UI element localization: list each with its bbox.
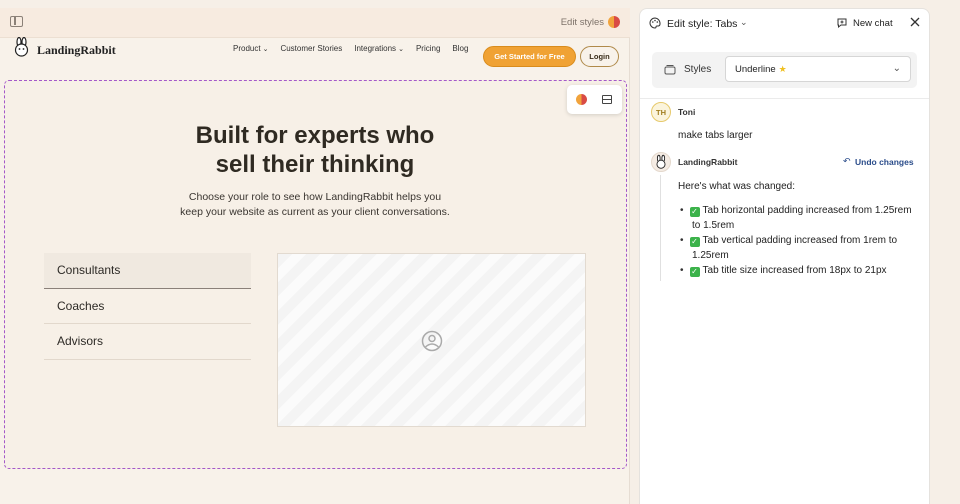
hero-title: Built for experts who sell their thinkin… — [195, 122, 435, 178]
tab-consultants[interactable]: Consultants — [44, 253, 251, 289]
chevron-down-icon[interactable]: ⌄ — [740, 17, 748, 28]
list-item: ✓Tab horizontal padding increased from 1… — [680, 203, 920, 233]
changes-list: ✓Tab horizontal padding increased from 1… — [680, 203, 920, 278]
tab-advisors[interactable]: Advisors — [44, 324, 251, 360]
close-icon[interactable] — [910, 17, 920, 27]
user-name: Toni — [678, 107, 696, 117]
assistant-name: LandingRabbit — [678, 157, 738, 167]
chat-panel: Edit style: Tabs ⌄ New chat Styles Under… — [639, 8, 930, 504]
chevron-down-icon: ⌄ — [398, 46, 404, 53]
nav-link-blog[interactable]: Blog — [452, 44, 468, 53]
section-toolbar — [567, 85, 622, 114]
image-placeholder[interactable] — [277, 253, 586, 427]
assistant-message-intro: Here's what was changed: — [678, 181, 795, 192]
check-icon: ✓ — [689, 237, 700, 247]
list-item: ✓Tab title size increased from 18px to 2… — [680, 263, 920, 278]
rabbit-logo-icon — [14, 37, 29, 57]
stack-icon — [664, 65, 676, 75]
login-button[interactable]: Login — [580, 46, 619, 67]
get-started-button[interactable]: Get Started for Free — [483, 46, 576, 67]
hero-subtitle: Choose your role to see how LandingRabbi… — [180, 191, 450, 218]
palette-icon[interactable] — [576, 94, 587, 105]
styles-select[interactable]: Underline ★ ⌄ — [725, 56, 911, 82]
chat-title[interactable]: Edit style: Tabs — [667, 18, 737, 30]
chat-header: Edit style: Tabs ⌄ New chat — [640, 9, 929, 39]
image-icon — [421, 330, 443, 352]
edit-styles-button[interactable]: Edit styles — [561, 17, 604, 28]
check-icon: ✓ — [689, 207, 700, 217]
nav-links: Product ⌄ Customer Stories Integrations ⌄ … — [233, 44, 468, 53]
rabbit-avatar-icon — [651, 152, 671, 172]
thread-line — [660, 175, 661, 281]
new-chat-button[interactable]: New chat — [853, 18, 893, 29]
nav-link-pricing[interactable]: Pricing — [416, 44, 440, 53]
styles-label: Styles — [684, 64, 712, 75]
divider — [640, 98, 929, 99]
undo-changes-button[interactable]: Undo changes — [855, 157, 914, 167]
list-item: ✓Tab vertical padding increased from 1re… — [680, 233, 920, 263]
palette-icon — [649, 17, 661, 29]
sidebar-toggle-icon[interactable] — [10, 16, 23, 27]
palette-icon[interactable] — [608, 16, 620, 28]
nav-link-integrations[interactable]: Integrations ⌄ — [354, 44, 404, 53]
user-message: make tabs larger — [678, 130, 753, 141]
star-icon: ★ — [778, 64, 787, 74]
nav-link-product[interactable]: Product ⌄ — [233, 44, 268, 53]
nav-link-customer-stories[interactable]: Customer Stories — [280, 44, 342, 53]
layout-icon[interactable] — [602, 95, 612, 104]
styles-row: Styles Underline ★ ⌄ — [652, 52, 917, 88]
logo-text[interactable]: LandingRabbit — [37, 43, 116, 58]
styles-select-value: Underline ★ — [735, 64, 787, 75]
new-chat-icon — [837, 18, 847, 29]
chevron-down-icon: ⌄ — [262, 46, 269, 53]
check-icon: ✓ — [689, 267, 700, 277]
undo-icon[interactable]: ↶ — [843, 156, 851, 167]
user-avatar: TH — [651, 102, 671, 122]
role-tabs: Consultants Coaches Advisors — [44, 253, 251, 360]
tab-coaches[interactable]: Coaches — [44, 289, 251, 324]
chevron-down-icon: ⌄ — [892, 63, 901, 74]
